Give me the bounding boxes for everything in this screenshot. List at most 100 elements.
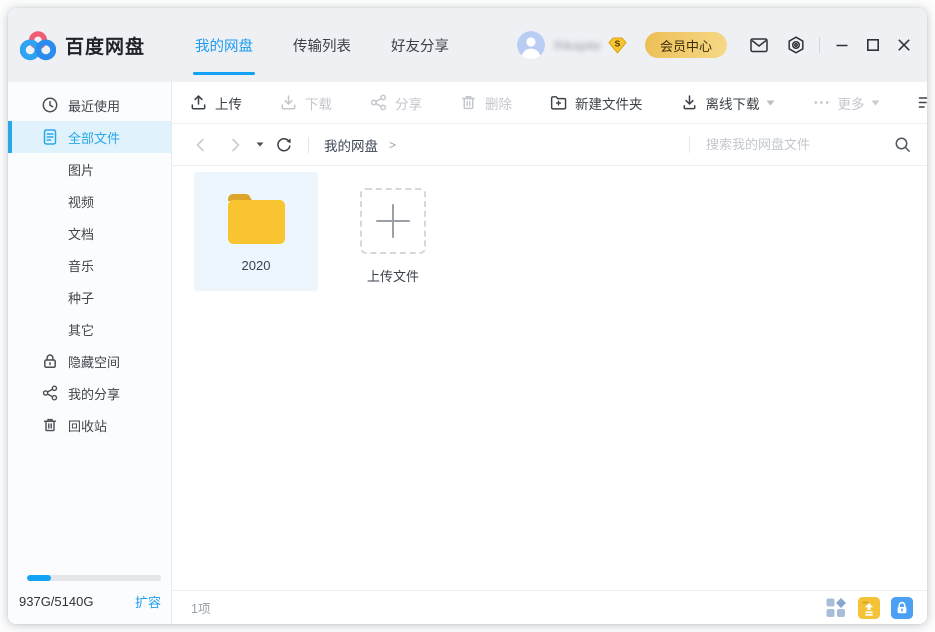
sidebar-item-label: 其它 bbox=[68, 320, 94, 339]
upload-dashed-box bbox=[360, 188, 426, 254]
sidebar-item-videos[interactable]: 视频 bbox=[8, 185, 171, 217]
svg-text:S: S bbox=[615, 38, 621, 48]
minimize-button[interactable] bbox=[833, 36, 851, 54]
sidebar: 最近使用 全部文件 图片 视频 文档 音乐 bbox=[8, 82, 172, 624]
offline-download-button[interactable]: 离线下载 bbox=[680, 93, 775, 113]
baidu-netdisk-logo-icon bbox=[20, 30, 56, 61]
item-count: 1项 bbox=[191, 598, 210, 617]
username[interactable]: Rikapite bbox=[554, 38, 601, 53]
hidden-space-lock-icon[interactable] bbox=[891, 597, 913, 619]
new-folder-label: 新建文件夹 bbox=[575, 93, 643, 113]
navigation-bar: 我的网盘 > bbox=[172, 124, 927, 166]
delete-button[interactable]: 删除 bbox=[459, 93, 512, 113]
storage-progress-bar bbox=[27, 575, 161, 581]
sidebar-item-label: 我的分享 bbox=[68, 384, 120, 403]
file-grid: 2020 上传文件 bbox=[172, 166, 927, 590]
storage-progress-fill bbox=[27, 575, 51, 581]
search-input[interactable] bbox=[706, 137, 894, 152]
header-icons bbox=[749, 35, 806, 55]
tab-friend-share[interactable]: 好友分享 bbox=[389, 8, 451, 82]
settings-gear-icon[interactable] bbox=[786, 35, 806, 55]
search-icon[interactable] bbox=[894, 136, 911, 153]
share-label: 分享 bbox=[395, 93, 422, 113]
more-dots-icon bbox=[812, 93, 831, 112]
main-tabs: 我的网盘 传输列表 好友分享 bbox=[193, 8, 487, 82]
tab-my-drive[interactable]: 我的网盘 bbox=[193, 8, 255, 82]
refresh-icon[interactable] bbox=[275, 136, 293, 154]
mail-icon[interactable] bbox=[749, 35, 769, 55]
sidebar-item-label: 图片 bbox=[68, 160, 94, 179]
chevron-down-icon bbox=[766, 100, 775, 106]
user-area: Rikapite S 会员中心 bbox=[517, 31, 913, 59]
history-dropdown-icon[interactable] bbox=[256, 142, 264, 147]
sidebar-item-others[interactable]: 其它 bbox=[8, 313, 171, 345]
share-button[interactable]: 分享 bbox=[369, 93, 422, 113]
back-button[interactable] bbox=[192, 136, 210, 154]
lock-icon bbox=[41, 352, 59, 370]
expand-storage-link[interactable]: 扩容 bbox=[135, 592, 161, 611]
sidebar-item-pictures[interactable]: 图片 bbox=[8, 153, 171, 185]
sidebar-item-label: 种子 bbox=[68, 288, 94, 307]
sidebar-item-my-shares[interactable]: 我的分享 bbox=[8, 377, 171, 409]
offline-download-icon bbox=[680, 93, 699, 112]
status-bar: 1项 bbox=[172, 590, 927, 624]
search-box bbox=[689, 136, 911, 153]
folder-item-2020[interactable]: 2020 bbox=[194, 172, 318, 291]
more-label: 更多 bbox=[838, 93, 865, 113]
sidebar-item-label: 隐藏空间 bbox=[68, 352, 120, 371]
svip-badge-icon[interactable]: S bbox=[608, 37, 627, 54]
offline-download-label: 离线下载 bbox=[706, 93, 760, 113]
breadcrumb-separator: > bbox=[389, 138, 396, 152]
plus-icon bbox=[374, 202, 412, 240]
storage-section: 937G/5140G 扩容 bbox=[8, 575, 171, 624]
mini-apps-grid-icon[interactable] bbox=[825, 597, 847, 619]
close-button[interactable] bbox=[895, 36, 913, 54]
download-icon bbox=[279, 93, 298, 112]
more-button[interactable]: 更多 bbox=[812, 93, 880, 113]
maximize-button[interactable] bbox=[864, 36, 882, 54]
document-icon bbox=[41, 128, 59, 146]
sidebar-item-label: 全部文件 bbox=[68, 128, 120, 147]
app-logo: 百度网盘 bbox=[20, 30, 145, 61]
sidebar-item-label: 文档 bbox=[68, 224, 94, 243]
sidebar-item-all-files[interactable]: 全部文件 bbox=[8, 121, 171, 153]
avatar[interactable] bbox=[517, 31, 545, 59]
clock-icon bbox=[41, 96, 59, 114]
sidebar-item-label: 音乐 bbox=[68, 256, 94, 275]
chevron-down-icon bbox=[871, 100, 880, 106]
tab-transfer-list[interactable]: 传输列表 bbox=[291, 8, 353, 82]
download-label: 下载 bbox=[305, 93, 332, 113]
upload-transfer-icon[interactable] bbox=[858, 597, 880, 619]
upload-file-tile[interactable]: 上传文件 bbox=[360, 188, 426, 285]
window-controls bbox=[833, 36, 913, 54]
statusbar-icons bbox=[825, 597, 913, 619]
storage-usage-text: 937G/5140G bbox=[19, 594, 93, 609]
new-folder-icon bbox=[549, 93, 568, 112]
baidu-netdisk-window: 百度网盘 我的网盘 传输列表 好友分享 Rikapite S bbox=[8, 8, 927, 624]
delete-label: 删除 bbox=[485, 93, 512, 113]
breadcrumb[interactable]: 我的网盘 bbox=[324, 135, 378, 155]
sidebar-item-recent[interactable]: 最近使用 bbox=[8, 89, 171, 121]
main-panel: 上传 下载 bbox=[172, 82, 927, 624]
sidebar-item-label: 视频 bbox=[68, 192, 94, 211]
header-divider bbox=[819, 37, 820, 53]
sidebar-item-documents[interactable]: 文档 bbox=[8, 217, 171, 249]
sidebar-item-label: 最近使用 bbox=[68, 96, 120, 115]
sidebar-item-torrents[interactable]: 种子 bbox=[8, 281, 171, 313]
share-icon bbox=[41, 384, 59, 402]
sidebar-item-music[interactable]: 音乐 bbox=[8, 249, 171, 281]
folder-name-label: 2020 bbox=[242, 258, 271, 273]
forward-button[interactable] bbox=[226, 136, 244, 154]
view-controls bbox=[917, 93, 928, 112]
upload-label: 上传 bbox=[215, 93, 242, 113]
vip-center-button[interactable]: 会员中心 bbox=[645, 32, 727, 58]
sidebar-item-hidden-space[interactable]: 隐藏空间 bbox=[8, 345, 171, 377]
upload-button[interactable]: 上传 bbox=[189, 93, 242, 113]
sidebar-item-recycle-bin[interactable]: 回收站 bbox=[8, 409, 171, 441]
new-folder-button[interactable]: 新建文件夹 bbox=[549, 93, 643, 113]
download-button[interactable]: 下载 bbox=[279, 93, 332, 113]
sort-icon[interactable] bbox=[917, 93, 928, 112]
desktop-background: 百度网盘 我的网盘 传输列表 好友分享 Rikapite S bbox=[0, 0, 935, 632]
app-title: 百度网盘 bbox=[65, 32, 145, 59]
sidebar-item-label: 回收站 bbox=[68, 416, 107, 435]
